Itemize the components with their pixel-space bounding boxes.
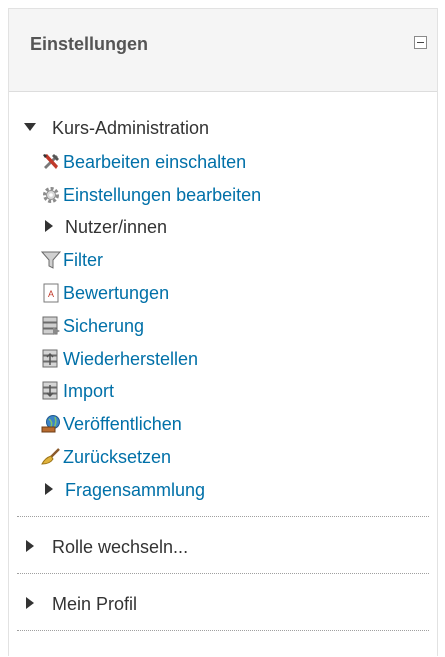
gear-icon xyxy=(43,187,59,203)
broom-icon xyxy=(41,448,60,465)
restore-link[interactable]: Wiederherstellen xyxy=(63,344,198,374)
users-label: Nutzer/innen xyxy=(65,217,168,237)
edit-settings-link[interactable]: Einstellungen bearbeiten xyxy=(63,180,261,210)
course-admin-label: Kurs-Administration xyxy=(52,118,210,138)
switch-role-label: Rolle wechseln... xyxy=(52,537,189,557)
expanded-triangle-icon[interactable] xyxy=(24,123,36,131)
collapsed-triangle-icon[interactable] xyxy=(26,540,34,552)
publish-link[interactable]: Veröffentlichen xyxy=(63,409,182,439)
settings-block: Einstellungen Kurs-Administration Bearbe… xyxy=(8,8,438,656)
backup-link[interactable]: Sicherung xyxy=(63,311,144,341)
divider xyxy=(17,573,429,574)
filter-icon xyxy=(41,251,61,269)
edit-on-link[interactable]: Bearbeiten einschalten xyxy=(63,147,246,177)
block-header: Einstellungen xyxy=(9,9,437,92)
import-link[interactable]: Import xyxy=(63,376,114,406)
collapsed-triangle-icon[interactable] xyxy=(26,597,34,609)
divider xyxy=(17,516,429,517)
publish-icon xyxy=(41,415,60,433)
filter-link[interactable]: Filter xyxy=(63,245,103,275)
svg-text:A: A xyxy=(48,289,54,299)
block-title: Einstellungen xyxy=(30,34,149,54)
my-profile-label: Mein Profil xyxy=(52,594,138,614)
collapsed-triangle-icon[interactable] xyxy=(45,483,53,495)
restore-icon xyxy=(42,349,58,368)
reset-link[interactable]: Zurücksetzen xyxy=(63,442,171,472)
backup-icon xyxy=(42,316,60,335)
question-bank-link[interactable]: Fragensammlung xyxy=(65,475,205,505)
import-icon xyxy=(42,381,58,400)
grades-icon: A xyxy=(43,283,59,303)
collapsed-triangle-icon[interactable] xyxy=(45,220,53,232)
grades-link[interactable]: Bewertungen xyxy=(63,278,169,308)
minus-box-icon[interactable] xyxy=(414,36,427,49)
tools-icon xyxy=(43,154,59,169)
divider xyxy=(17,630,429,631)
